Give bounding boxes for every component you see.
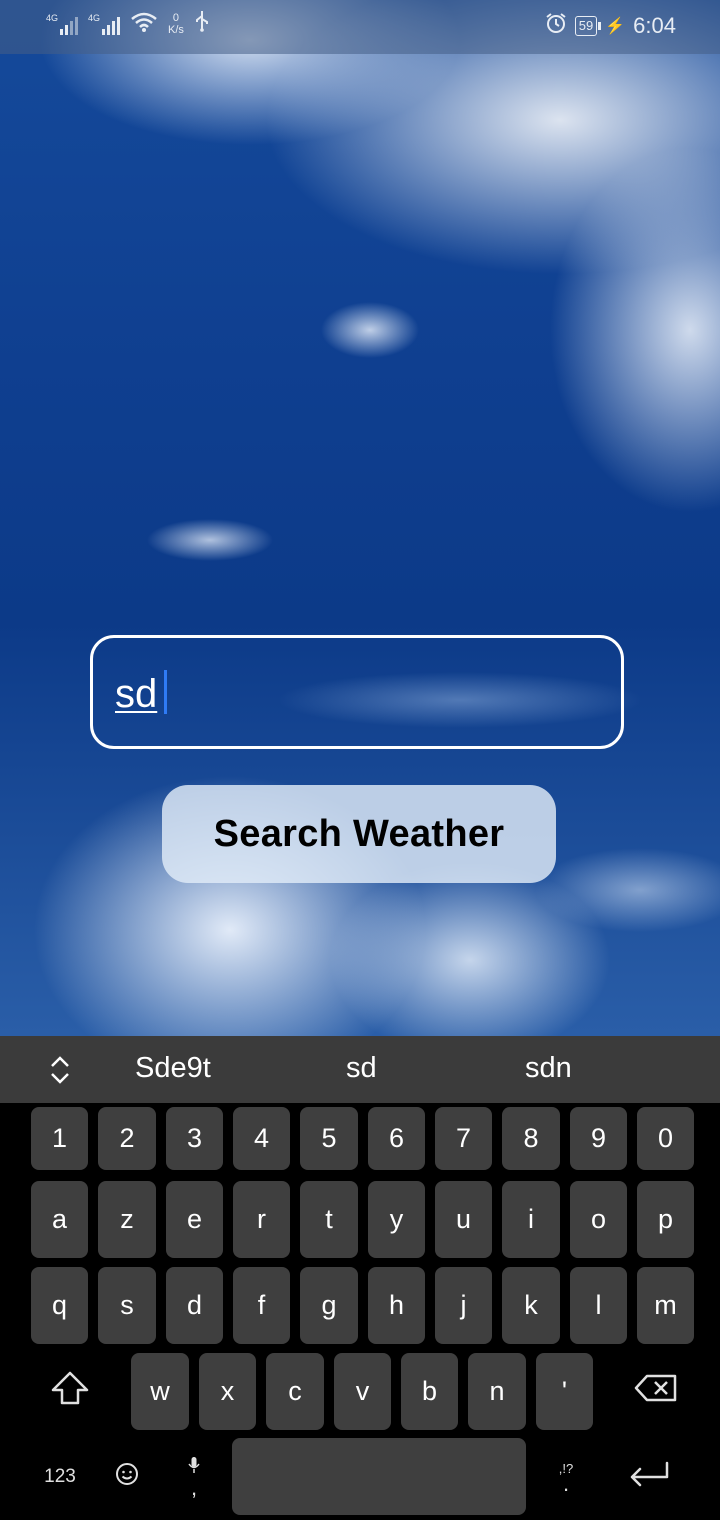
battery-icon: 59: [574, 16, 602, 36]
speed-unit: K/s: [168, 24, 184, 36]
key-q[interactable]: q: [31, 1267, 88, 1344]
key-k[interactable]: k: [502, 1267, 560, 1344]
usb-icon: [194, 10, 210, 38]
space-key[interactable]: [232, 1438, 526, 1515]
period-key[interactable]: ,!? .: [544, 1438, 588, 1515]
suggestion-2[interactable]: sd: [346, 1052, 377, 1085]
key-j[interactable]: j: [435, 1267, 492, 1344]
speed-value: 0: [172, 12, 180, 24]
period-label: .: [562, 1471, 570, 1496]
key-5[interactable]: 5: [300, 1107, 358, 1170]
key-9[interactable]: 9: [570, 1107, 627, 1170]
clock: 6:04: [633, 13, 676, 38]
key-1[interactable]: 1: [31, 1107, 88, 1170]
key-x[interactable]: x: [199, 1353, 256, 1430]
comma-label: ,: [190, 1475, 198, 1500]
key-d[interactable]: d: [166, 1267, 223, 1344]
key-c[interactable]: c: [266, 1353, 324, 1430]
network-speed: 0 K/s: [168, 12, 184, 36]
shift-icon: [50, 1370, 90, 1411]
enter-key[interactable]: [610, 1438, 688, 1515]
backspace-icon: [633, 1373, 679, 1408]
key-e[interactable]: e: [166, 1181, 223, 1258]
key-u[interactable]: u: [435, 1181, 492, 1258]
key-f[interactable]: f: [233, 1267, 290, 1344]
key-p[interactable]: p: [637, 1181, 694, 1258]
wifi-icon: [130, 11, 158, 37]
shift-key[interactable]: [30, 1352, 110, 1429]
network-type-1: 4G: [46, 13, 59, 23]
search-weather-button[interactable]: Search Weather: [162, 785, 556, 883]
enter-icon: [627, 1460, 671, 1493]
key-i[interactable]: i: [502, 1181, 560, 1258]
key-7[interactable]: 7: [435, 1107, 492, 1170]
key-w[interactable]: w: [131, 1353, 189, 1430]
key-n[interactable]: n: [468, 1353, 526, 1430]
numbers-toggle-key[interactable]: 123: [30, 1438, 90, 1515]
key-g[interactable]: g: [300, 1267, 358, 1344]
key-apostrophe[interactable]: ': [536, 1353, 593, 1430]
key-3[interactable]: 3: [166, 1107, 223, 1170]
key-8[interactable]: 8: [502, 1107, 560, 1170]
emoji-key[interactable]: [104, 1438, 150, 1515]
comma-voice-key[interactable]: ,: [172, 1438, 216, 1515]
key-h[interactable]: h: [368, 1267, 425, 1344]
key-z[interactable]: z: [98, 1181, 156, 1258]
key-2[interactable]: 2: [98, 1107, 156, 1170]
key-v[interactable]: v: [334, 1353, 391, 1430]
city-search-input[interactable]: sd: [90, 635, 624, 749]
key-b[interactable]: b: [401, 1353, 458, 1430]
signal-icon-2: 4G: [88, 13, 120, 35]
key-0[interactable]: 0: [637, 1107, 694, 1170]
emoji-icon: [115, 1462, 139, 1491]
key-r[interactable]: r: [233, 1181, 290, 1258]
key-m[interactable]: m: [637, 1267, 694, 1344]
status-bar: 4G 4G 0 K/s 59 ⚡ 6:04: [0, 0, 720, 54]
suggestion-bar: Sde9t sd sdn: [0, 1036, 720, 1103]
suggestion-1[interactable]: Sde9t: [135, 1052, 211, 1085]
key-4[interactable]: 4: [233, 1107, 290, 1170]
search-input-value: sd: [115, 672, 158, 716]
suggestion-3[interactable]: sdn: [525, 1052, 572, 1085]
signal-icon: 4G: [46, 13, 78, 35]
key-l[interactable]: l: [570, 1267, 627, 1344]
text-caret: [164, 670, 167, 714]
network-type-2: 4G: [88, 13, 101, 23]
soft-keyboard: Sde9t sd sdn 1 2 3 4 5 6 7 8 9 0 a z e r…: [0, 1036, 720, 1520]
key-y[interactable]: y: [368, 1181, 425, 1258]
key-t[interactable]: t: [300, 1181, 358, 1258]
backspace-key[interactable]: [616, 1352, 696, 1429]
suggestion-expand-icon[interactable]: [46, 1050, 74, 1090]
key-o[interactable]: o: [570, 1181, 627, 1258]
key-a[interactable]: a: [31, 1181, 88, 1258]
charging-icon: ⚡: [605, 18, 626, 35]
key-6[interactable]: 6: [368, 1107, 425, 1170]
alarm-icon: [545, 12, 567, 40]
key-s[interactable]: s: [98, 1267, 156, 1344]
